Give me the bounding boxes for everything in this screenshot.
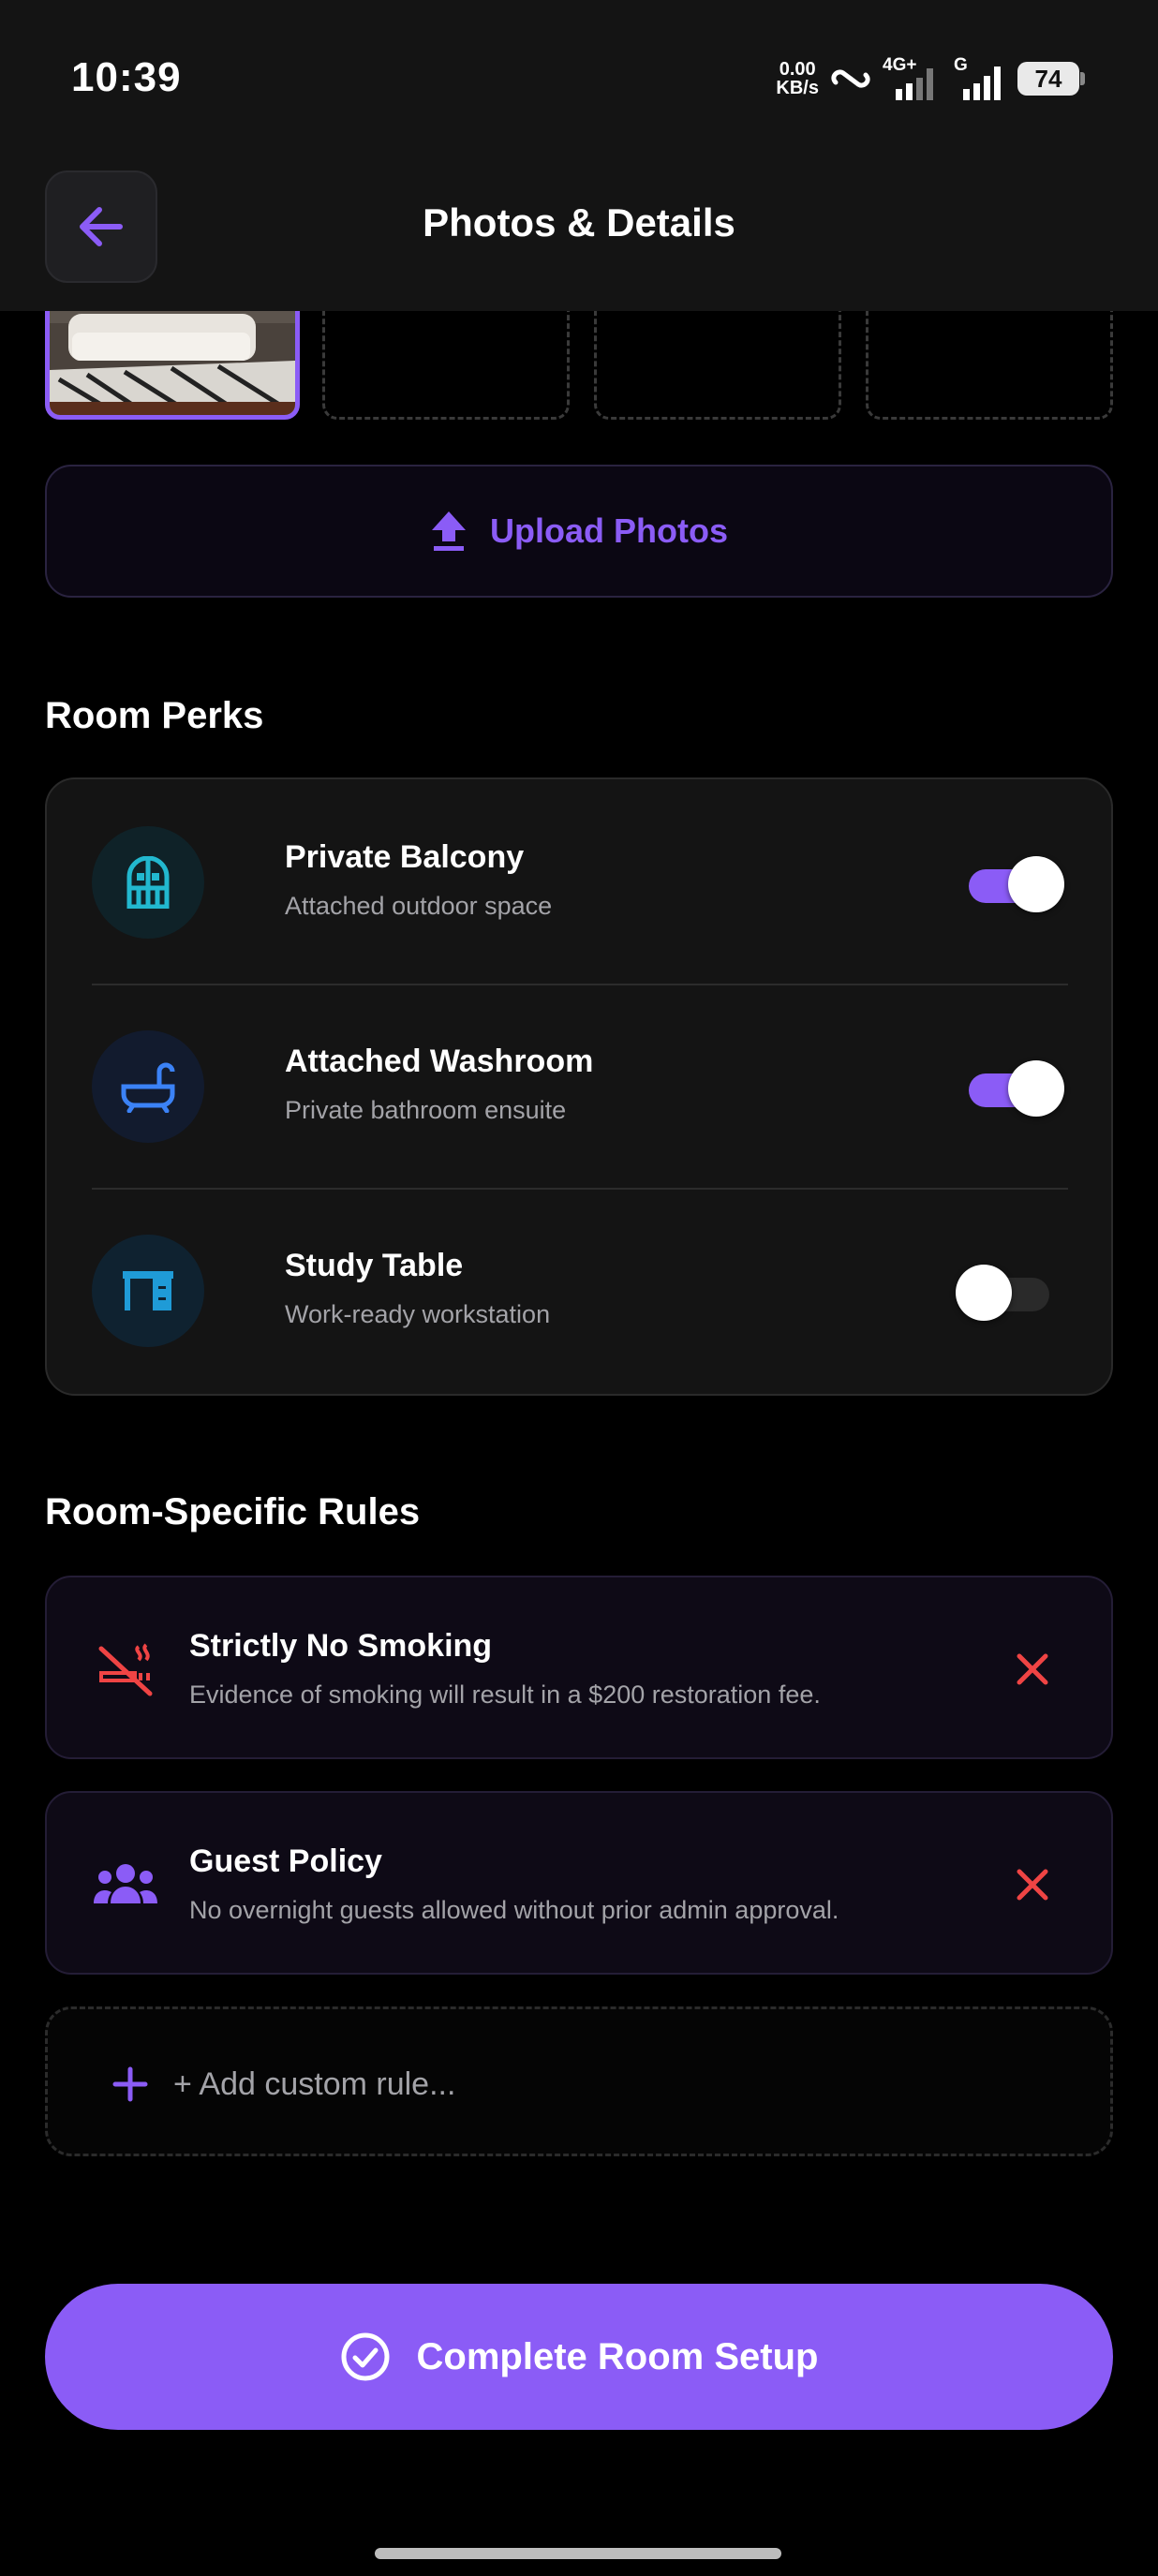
close-icon [1017, 1869, 1048, 1901]
upload-icon [432, 511, 466, 551]
perk-icon-badge [92, 826, 204, 939]
remove-rule-button[interactable] [1002, 1639, 1062, 1699]
rule-title: Guest Policy [189, 1843, 382, 1879]
app-header: Photos & Details [0, 159, 1158, 311]
divider [92, 1188, 1068, 1190]
rule-description: Evidence of smoking will result in a $20… [189, 1680, 821, 1709]
rule-card-no-smoking: Strictly No Smoking Evidence of smoking … [45, 1576, 1113, 1759]
group-icon [94, 1864, 157, 1903]
signal-icon [896, 68, 933, 100]
perk-icon-badge [92, 1030, 204, 1143]
custom-rule-input[interactable] [173, 2056, 1017, 2112]
perk-name: Private Balcony [285, 839, 525, 875]
perk-attached-washroom: Attached Washroom Private bathroom ensui… [92, 1030, 1068, 1143]
perk-icon-badge [92, 1235, 204, 1347]
check-circle-icon [341, 2332, 390, 2381]
perk-study-table: Study Table Work-ready workstation [92, 1235, 1068, 1347]
rule-icon [92, 1851, 159, 1918]
signal-icon [963, 67, 1001, 100]
toggle-private-balcony[interactable] [969, 856, 1064, 912]
battery-indicator: 74 [1017, 62, 1085, 96]
toggle-attached-washroom[interactable] [969, 1060, 1064, 1117]
home-indicator[interactable] [375, 2548, 781, 2559]
rule-icon [92, 1636, 159, 1703]
bathtub-icon [121, 1062, 175, 1113]
status-time: 10:39 [71, 54, 182, 100]
link-icon [831, 69, 870, 88]
close-icon [1017, 1653, 1048, 1685]
signal-4g-group: 4G+ [883, 55, 943, 102]
perk-name: Attached Washroom [285, 1044, 594, 1079]
upload-photos-label: Upload Photos [490, 511, 728, 550]
rule-description: No overnight guests allowed without prio… [189, 1896, 839, 1924]
rule-card-guest-policy: Guest Policy No overnight guests allowed… [45, 1791, 1113, 1975]
complete-room-setup-button[interactable]: Complete Room Setup [45, 2284, 1113, 2430]
status-icons: 0.00 KB/s 4G+ G 74 [776, 52, 1085, 105]
remove-rule-button[interactable] [1002, 1855, 1062, 1915]
door-icon [126, 856, 170, 909]
rule-title: Strictly No Smoking [189, 1628, 493, 1664]
net-speed: 0.00 KB/s [776, 59, 819, 98]
no-smoking-icon [98, 1643, 153, 1696]
perk-private-balcony: Private Balcony Attached outdoor space [92, 826, 1068, 939]
upload-photos-button[interactable]: Upload Photos [45, 465, 1113, 598]
perk-description: Private bathroom ensuite [285, 1096, 567, 1124]
add-rule-button[interactable] [100, 2054, 160, 2114]
perk-description: Work-ready workstation [285, 1300, 551, 1328]
room-rules-title: Room-Specific Rules [45, 1491, 421, 1532]
perk-description: Attached outdoor space [285, 892, 553, 920]
toggle-study-table[interactable] [956, 1265, 1059, 1321]
desk-icon [123, 1271, 173, 1310]
complete-room-setup-label: Complete Room Setup [416, 2335, 819, 2377]
status-bar: 10:39 0.00 KB/s 4G+ G 74 [0, 0, 1158, 159]
page-title: Photos & Details [423, 200, 735, 244]
divider [92, 984, 1068, 985]
add-custom-rule-field[interactable] [45, 2006, 1113, 2156]
room-perks-card: Private Balcony Attached outdoor space A… [45, 777, 1113, 1396]
signal-g-group: G [952, 55, 1008, 102]
plus-icon [112, 2066, 148, 2102]
room-perks-title: Room Perks [45, 695, 264, 736]
perk-name: Study Table [285, 1248, 464, 1283]
